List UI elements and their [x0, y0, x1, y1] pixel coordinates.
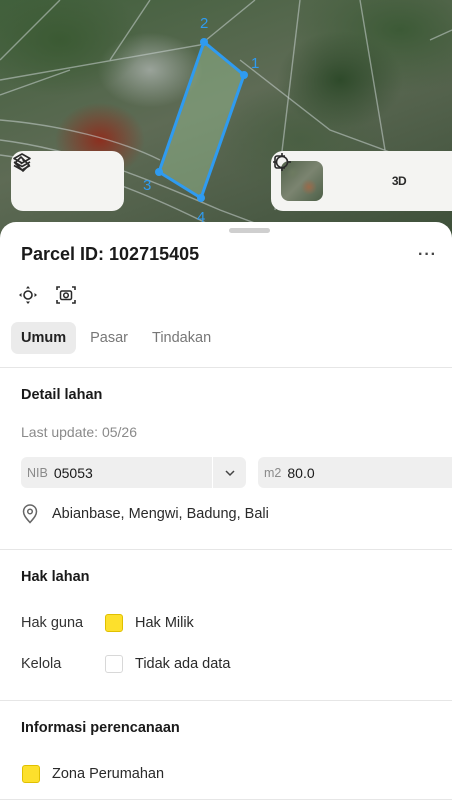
divider — [0, 799, 452, 800]
3d-button[interactable]: 3D — [373, 161, 425, 201]
frame-button[interactable] — [274, 155, 445, 201]
hak-guna-value: Hak Milik — [135, 615, 194, 631]
chevron-down-icon — [224, 469, 235, 476]
camera-frame-icon — [56, 286, 76, 304]
vertex-1[interactable] — [240, 71, 248, 79]
divider — [0, 367, 452, 368]
divider — [0, 549, 452, 550]
zone-value: Zona Perumahan — [52, 766, 165, 782]
nib-dropdown-button[interactable] — [213, 457, 246, 488]
map-view-panel: 3D — [271, 151, 452, 211]
hak-guna-swatch — [105, 614, 123, 632]
location-text: Abianbase, Mengwi, Badung, Bali — [52, 506, 269, 522]
vertex-label-2: 2 — [200, 15, 208, 32]
more-options-button[interactable]: ··· — [418, 246, 437, 264]
nib-value: 05053 — [53, 464, 93, 481]
location-pin-icon — [22, 504, 38, 524]
tab-pasar[interactable]: Pasar — [80, 322, 138, 354]
hak-guna-label: Hak guna — [21, 615, 84, 631]
focus-icon — [19, 286, 37, 304]
tab-bar: Umum Pasar Tindakan — [11, 322, 221, 354]
measure-button[interactable] — [14, 156, 109, 201]
area-value: 80.0 — [287, 464, 315, 481]
kelola-swatch — [105, 655, 123, 673]
parcel-detail-sheet: Parcel ID: 102715405 ··· Umum Pasar Tind… — [0, 222, 452, 804]
locate-button[interactable] — [273, 153, 373, 201]
vertex-2[interactable] — [200, 38, 208, 46]
nib-label: NIB — [27, 465, 48, 480]
hak-heading: Hak lahan — [21, 569, 90, 585]
frame-icon — [274, 155, 285, 169]
map-tools-panel — [11, 151, 124, 211]
parcel-title: Parcel ID: 102715405 — [21, 244, 200, 264]
area-label: m2 — [264, 465, 282, 480]
parcel-boundary[interactable] — [157, 39, 246, 201]
parcel-actions — [17, 284, 77, 306]
tab-tindakan[interactable]: Tindakan — [142, 322, 221, 354]
last-update: Last update: 05/26 — [21, 424, 137, 440]
kelola-label: Kelola — [21, 656, 62, 672]
vertex-label-3: 3 — [143, 177, 151, 194]
divider — [0, 700, 452, 701]
area-field[interactable]: m2 80.0 — [258, 457, 452, 488]
measure-icon — [14, 156, 30, 172]
tab-umum[interactable]: Umum — [11, 322, 77, 354]
kelola-value: Tidak ada data — [135, 656, 231, 672]
zone-swatch — [22, 765, 40, 783]
location-row: Abianbase, Mengwi, Badung, Bali — [21, 504, 269, 524]
detail-heading: Detail lahan — [21, 387, 103, 403]
screenshot-button[interactable] — [55, 284, 77, 306]
vertex-label-1: 1 — [251, 55, 259, 72]
sheet-drag-handle[interactable] — [229, 228, 270, 233]
map-view[interactable]: 2 1 3 4 3D — [0, 0, 452, 240]
planning-heading: Informasi perencanaan — [21, 720, 180, 736]
vertex-4[interactable] — [197, 194, 205, 202]
focus-parcel-button[interactable] — [17, 284, 39, 306]
vertex-3[interactable] — [155, 168, 163, 176]
nib-field[interactable]: NIB 05053 — [21, 457, 246, 488]
